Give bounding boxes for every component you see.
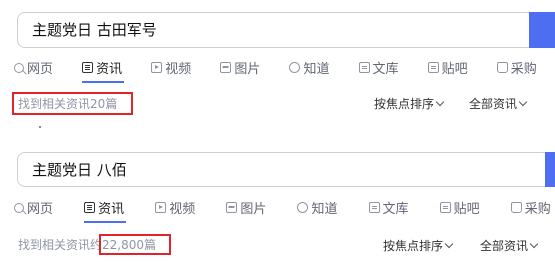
chevron-down-icon bbox=[435, 97, 445, 107]
tab-label: 网页 bbox=[27, 62, 54, 77]
search-input[interactable]: 主题党日 古田军号 bbox=[17, 12, 555, 48]
tab-label: 资讯 bbox=[98, 201, 125, 217]
tab-image[interactable]: 图片 bbox=[226, 196, 266, 218]
tab-news[interactable]: 资讯 bbox=[82, 56, 125, 83]
news-icon bbox=[84, 201, 96, 213]
search-tabs: 网页 资讯 视频 图片 知道 文库 贴吧 采购 bbox=[14, 56, 555, 83]
tab-label: 知道 bbox=[303, 61, 330, 77]
tab-label: 贴吧 bbox=[441, 61, 468, 77]
tab-label: 图片 bbox=[234, 61, 261, 77]
tab-tieba[interactable]: 贴吧 bbox=[439, 196, 480, 218]
search-result-panel-2: 主题党日 八佰 网页 资讯 视频 图片 知道 文库 贴吧 采购 找到相关资讯约2… bbox=[0, 140, 555, 262]
filter-label: 全部资讯 bbox=[469, 97, 518, 111]
search-button[interactable] bbox=[545, 152, 555, 187]
tab-image[interactable]: 图片 bbox=[220, 56, 260, 78]
filter-label: 全部资讯 bbox=[480, 239, 529, 253]
chevron-down-icon bbox=[518, 97, 528, 107]
search-query[interactable]: 主题党日 八佰 bbox=[32, 153, 127, 187]
video-icon bbox=[155, 201, 167, 213]
sort-label: 按焦点排序 bbox=[383, 239, 444, 253]
question-icon bbox=[289, 61, 301, 73]
filter-dropdown[interactable]: 全部资讯 bbox=[480, 237, 539, 254]
tab-label: 知道 bbox=[311, 201, 338, 217]
search-icon bbox=[14, 62, 24, 73]
tieba-icon bbox=[439, 201, 451, 213]
tab-video[interactable]: 视频 bbox=[155, 196, 195, 218]
highlight-box bbox=[99, 234, 171, 255]
tab-label: 文库 bbox=[372, 61, 399, 77]
search-input[interactable]: 主题党日 八佰 bbox=[17, 152, 555, 187]
tab-web[interactable]: 网页 bbox=[14, 197, 53, 219]
tieba-icon bbox=[427, 61, 439, 73]
tab-label: 采购 bbox=[510, 61, 537, 77]
tab-tieba[interactable]: 贴吧 bbox=[427, 56, 468, 78]
sort-label: 按焦点排序 bbox=[374, 97, 435, 111]
result-meta-row: 找到相关资讯约22,800篇 按焦点排序 全部资讯 bbox=[0, 233, 555, 257]
chevron-down-icon bbox=[529, 239, 539, 249]
image-icon bbox=[220, 61, 232, 73]
video-icon bbox=[151, 61, 163, 73]
tab-purchase[interactable]: 采购 bbox=[510, 196, 551, 218]
tab-purchase[interactable]: 采购 bbox=[496, 56, 537, 78]
tab-label: 采购 bbox=[524, 201, 551, 217]
result-count-prefix: 找到相关资讯约 bbox=[18, 238, 103, 252]
image-icon bbox=[226, 201, 238, 213]
tab-news[interactable]: 资讯 bbox=[84, 196, 127, 223]
news-icon bbox=[82, 61, 94, 73]
tab-label: 贴吧 bbox=[453, 201, 480, 217]
active-tab-underline bbox=[82, 81, 125, 83]
result-meta-row: 找到相关资讯20篇 按焦点排序 全部资讯 bbox=[0, 92, 555, 116]
tab-wenku[interactable]: 文库 bbox=[368, 196, 409, 218]
tab-zhidao[interactable]: 知道 bbox=[289, 56, 329, 78]
search-query[interactable]: 主题党日 古田军号 bbox=[32, 13, 157, 47]
shopping-icon bbox=[496, 61, 508, 73]
sort-dropdown[interactable]: 按焦点排序 bbox=[383, 237, 454, 254]
tab-label: 视频 bbox=[165, 61, 192, 77]
tab-wenku[interactable]: 文库 bbox=[358, 56, 399, 78]
filter-dropdown[interactable]: 全部资讯 bbox=[469, 95, 528, 112]
shopping-icon bbox=[510, 201, 522, 213]
tab-label: 图片 bbox=[240, 201, 267, 217]
search-icon bbox=[14, 202, 24, 213]
question-icon bbox=[297, 201, 309, 213]
tab-label: 网页 bbox=[27, 202, 54, 217]
chevron-down-icon bbox=[444, 239, 454, 249]
document-icon bbox=[368, 201, 380, 213]
search-tabs: 网页 资讯 视频 图片 知道 文库 贴吧 采购 bbox=[14, 196, 555, 223]
document-icon bbox=[358, 61, 370, 73]
active-tab-underline bbox=[84, 221, 127, 223]
sort-dropdown[interactable]: 按焦点排序 bbox=[374, 95, 445, 112]
highlight-box bbox=[12, 92, 133, 115]
tab-label: 视频 bbox=[169, 201, 196, 217]
search-result-panel-1: 主题党日 古田军号 网页 资讯 视频 图片 知道 文库 贴吧 采购 找到相关资讯… bbox=[0, 0, 555, 128]
tab-video[interactable]: 视频 bbox=[151, 56, 191, 78]
search-button[interactable] bbox=[529, 12, 555, 48]
tab-label: 资讯 bbox=[96, 61, 123, 77]
stray-dot bbox=[39, 126, 41, 128]
tab-web[interactable]: 网页 bbox=[14, 57, 53, 79]
tab-zhidao[interactable]: 知道 bbox=[297, 196, 337, 218]
tab-label: 文库 bbox=[382, 201, 409, 217]
